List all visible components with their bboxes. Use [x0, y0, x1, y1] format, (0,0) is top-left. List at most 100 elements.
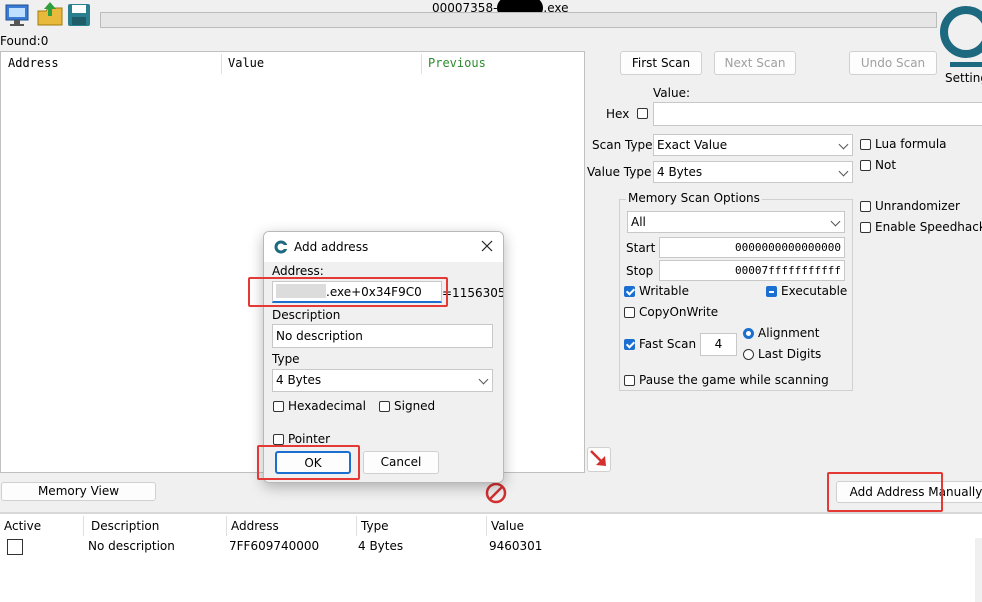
- chevron-down-icon: [838, 139, 849, 150]
- column-address[interactable]: Address: [231, 519, 279, 533]
- arrow-down-right-icon: [590, 450, 606, 466]
- writable-label: Writable: [639, 284, 689, 298]
- executable-label: Executable: [781, 284, 848, 298]
- undo-scan-button[interactable]: Undo Scan: [849, 51, 937, 75]
- pause-game-label: Pause the game while scanning: [639, 373, 829, 387]
- value-type-label: Value Type: [587, 165, 652, 179]
- column-active[interactable]: Active: [4, 519, 41, 533]
- type-label: Type: [272, 352, 300, 366]
- type-select[interactable]: 4 Bytes: [272, 369, 493, 392]
- column-type[interactable]: Type: [361, 519, 389, 533]
- fast-scan-input[interactable]: 4: [700, 333, 737, 356]
- signed-label: Signed: [394, 399, 436, 413]
- description-label: Description: [272, 308, 341, 322]
- column-address[interactable]: Address: [8, 56, 59, 70]
- start-label: Start: [626, 241, 656, 255]
- column-description[interactable]: Description: [91, 519, 159, 533]
- start-address-input[interactable]: 0000000000000000: [659, 237, 845, 258]
- column-previous[interactable]: Previous: [428, 56, 486, 70]
- memory-region-select[interactable]: All: [627, 211, 845, 233]
- address-label: Address:: [272, 264, 324, 278]
- memory-region-value: All: [631, 215, 646, 229]
- start-address-value: 0000000000000000: [735, 241, 841, 254]
- table-row[interactable]: No description 7FF609740000 4 Bytes 9460…: [0, 536, 975, 558]
- fast-scan-label: Fast Scan: [639, 337, 697, 351]
- stop-address-value: 00007fffffffffff: [735, 264, 841, 277]
- value-type-value: 4 Bytes: [657, 165, 703, 179]
- row-address: 7FF609740000: [229, 539, 320, 553]
- found-count: Found:0: [0, 34, 48, 48]
- description-input[interactable]: No description: [272, 324, 493, 348]
- last-digits-label: Last Digits: [758, 347, 822, 361]
- alignment-label: Alignment: [758, 326, 820, 340]
- copy-on-write-checkbox[interactable]: [624, 307, 635, 318]
- fast-scan-value: 4: [714, 337, 723, 351]
- scan-type-select[interactable]: Exact Value: [653, 134, 853, 156]
- speedhack-label: Enable Speedhack: [875, 220, 982, 234]
- speedhack-checkbox[interactable]: [860, 222, 871, 233]
- unrandomizer-checkbox[interactable]: [860, 201, 871, 212]
- writable-checkbox[interactable]: [624, 286, 635, 297]
- found-label: Found:: [0, 34, 41, 48]
- executable-checkbox[interactable]: [766, 286, 777, 297]
- column-value[interactable]: Value: [228, 56, 264, 70]
- column-divider: [221, 54, 222, 74]
- chevron-down-icon: [838, 166, 849, 177]
- memory-view-button[interactable]: Memory View: [1, 482, 156, 501]
- stop-address-input[interactable]: 00007fffffffffff: [659, 260, 845, 281]
- highlight-address-field: [248, 277, 448, 307]
- open-folder-icon[interactable]: [36, 1, 64, 28]
- hexadecimal-checkbox[interactable]: [273, 401, 284, 412]
- unrandomizer-label: Unrandomizer: [875, 199, 960, 213]
- type-value: 4 Bytes: [276, 373, 322, 387]
- scan-value-input[interactable]: [653, 102, 982, 126]
- not-label: Not: [875, 158, 897, 172]
- active-checkbox[interactable]: [7, 539, 23, 555]
- last-digits-radio[interactable]: [743, 349, 754, 360]
- pointer-checkbox[interactable]: [273, 434, 284, 445]
- row-value: 9460301: [489, 539, 543, 553]
- value-type-select[interactable]: 4 Bytes: [653, 161, 853, 183]
- column-value[interactable]: Value: [491, 519, 524, 533]
- row-type: 4 Bytes: [358, 539, 404, 553]
- column-divider: [356, 516, 357, 536]
- pause-game-checkbox[interactable]: [624, 375, 635, 386]
- close-icon[interactable]: [480, 239, 494, 253]
- address-result: =1156305: [442, 286, 504, 300]
- stop-icon[interactable]: [484, 481, 508, 505]
- signed-checkbox[interactable]: [379, 401, 390, 412]
- copy-on-write-label: CopyOnWrite: [639, 305, 719, 319]
- scan-type-value: Exact Value: [657, 138, 728, 152]
- hex-checkbox[interactable]: [637, 108, 648, 119]
- scan-type-label: Scan Type: [592, 138, 653, 152]
- hex-label: Hex: [606, 107, 630, 121]
- cheat-engine-logo[interactable]: [940, 0, 982, 72]
- cheat-engine-small-icon: [274, 240, 288, 254]
- settings-label[interactable]: Setting: [945, 71, 982, 85]
- description-value: No description: [276, 329, 363, 343]
- highlight-ok-button: [257, 445, 360, 480]
- cancel-button[interactable]: Cancel: [363, 451, 439, 474]
- pointer-label: Pointer: [288, 432, 331, 446]
- scrollbar[interactable]: [975, 538, 982, 602]
- progress-bar: [100, 12, 937, 28]
- add-to-list-arrow-button[interactable]: [587, 447, 611, 472]
- alignment-radio[interactable]: [743, 328, 754, 339]
- next-scan-button[interactable]: Next Scan: [714, 51, 796, 75]
- memory-scan-options-title: Memory Scan Options: [626, 191, 762, 205]
- cheat-table[interactable]: Active Description Address Type Value No…: [0, 514, 982, 602]
- highlight-add-manually: [827, 472, 943, 512]
- first-scan-button[interactable]: First Scan: [620, 51, 702, 75]
- save-icon[interactable]: [66, 2, 92, 28]
- row-description: No description: [88, 539, 175, 553]
- not-checkbox[interactable]: [860, 160, 871, 171]
- open-process-icon[interactable]: [3, 2, 31, 28]
- stop-label: Stop: [626, 264, 654, 278]
- column-divider: [83, 516, 84, 536]
- chevron-down-icon: [830, 216, 841, 227]
- column-divider: [226, 516, 227, 536]
- lua-formula-checkbox[interactable]: [860, 139, 871, 150]
- column-divider: [486, 516, 487, 536]
- dialog-title: Add address: [294, 240, 369, 254]
- fast-scan-checkbox[interactable]: [624, 339, 635, 350]
